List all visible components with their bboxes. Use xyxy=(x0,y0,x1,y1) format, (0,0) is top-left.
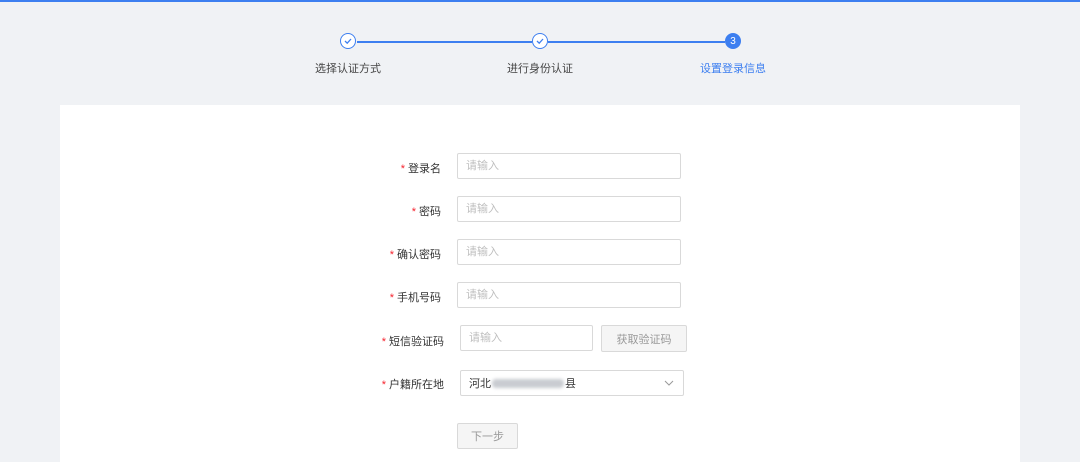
get-code-button[interactable]: 获取验证码 xyxy=(601,325,687,352)
residence-value-start: 河北 xyxy=(469,378,491,390)
residence-label: * 户籍所在地 xyxy=(381,379,444,391)
step-2-indicator xyxy=(532,33,548,49)
confirm-password-input[interactable] xyxy=(457,239,681,265)
check-icon xyxy=(536,38,544,45)
chevron-down-icon xyxy=(664,380,674,386)
password-label: * 密码 xyxy=(411,206,441,218)
step-3-number: 3 xyxy=(730,35,736,47)
confirm-password-label: * 确认密码 xyxy=(389,249,441,261)
redacted-region xyxy=(492,378,564,388)
check-icon xyxy=(344,38,352,45)
step-1-label: 选择认证方式 xyxy=(315,63,381,75)
form-panel: *登录名 *密码 *确认密码 *手机号码 *短信验证码 获取验证码 *户籍所在地… xyxy=(60,105,1020,462)
required-mark: * xyxy=(381,379,386,391)
step-connector-1 xyxy=(357,41,532,43)
progress-steps: 3 选择认证方式 进行身份认证 设置登录信息 xyxy=(0,0,1080,100)
required-mark: * xyxy=(389,292,394,304)
step-3-label: 设置登录信息 xyxy=(700,63,766,75)
step-2-label: 进行身份认证 xyxy=(507,63,573,75)
password-input[interactable] xyxy=(457,196,681,222)
sms-code-label: * 短信验证码 xyxy=(381,336,444,348)
login-name-input[interactable] xyxy=(457,153,681,179)
step-1-indicator xyxy=(340,33,356,49)
residence-select[interactable]: 河北 县 xyxy=(460,370,684,396)
phone-input[interactable] xyxy=(457,282,681,308)
required-mark: * xyxy=(389,249,394,261)
required-mark: * xyxy=(381,336,386,348)
next-button[interactable]: 下一步 xyxy=(457,423,518,449)
step-3-indicator: 3 xyxy=(725,33,741,49)
required-mark: * xyxy=(400,163,405,175)
sms-code-input[interactable] xyxy=(460,325,593,351)
login-name-label: * 登录名 xyxy=(400,163,441,175)
residence-value-end: 县 xyxy=(565,378,576,390)
step-connector-2 xyxy=(548,41,725,43)
required-mark: * xyxy=(411,206,416,218)
phone-label: * 手机号码 xyxy=(389,292,441,304)
